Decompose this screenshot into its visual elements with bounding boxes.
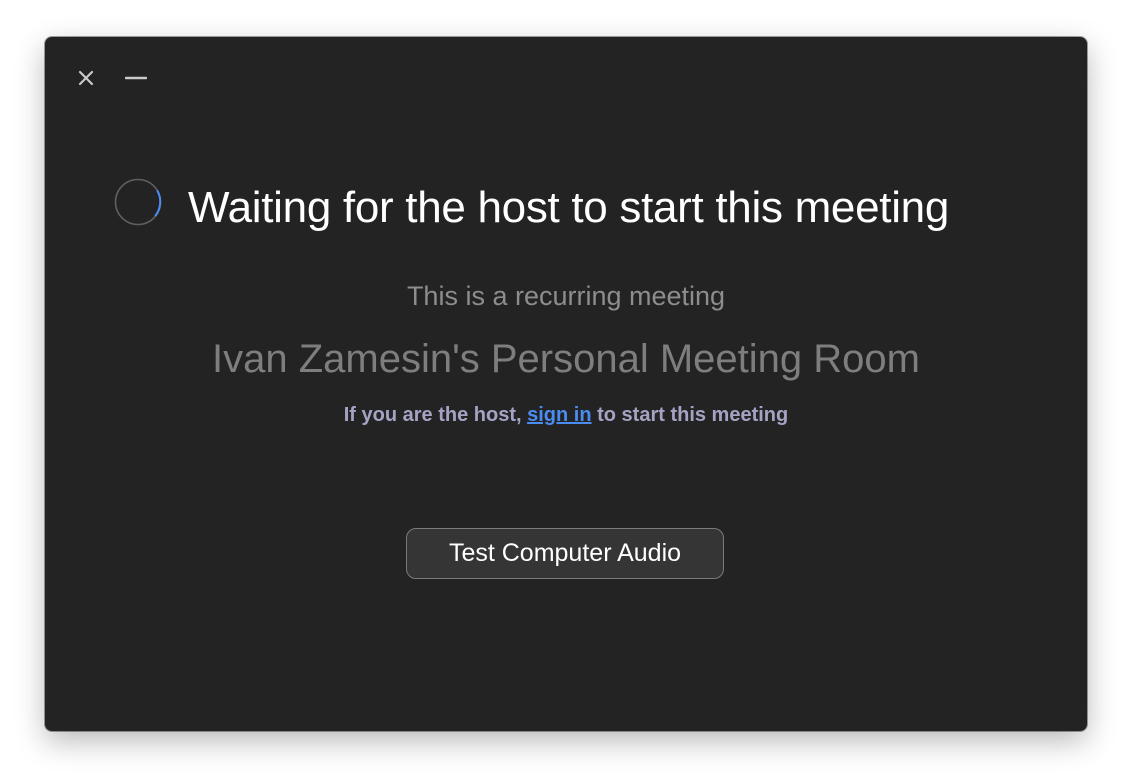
minimize-button[interactable] — [121, 63, 151, 93]
waiting-room-window: Waiting for the host to start this meeti… — [45, 37, 1087, 731]
close-icon — [78, 70, 94, 86]
meeting-room-name: Ivan Zamesin's Personal Meeting Room — [212, 337, 920, 381]
host-suffix-text: to start this meeting — [591, 404, 789, 426]
host-prefix-text: If you are the host, — [343, 404, 528, 426]
sign-in-link[interactable]: sign in — [527, 404, 591, 426]
test-computer-audio-button[interactable]: Test Computer Audio — [406, 528, 724, 579]
recurring-meeting-text: This is a recurring meeting — [406, 281, 726, 311]
close-button[interactable] — [71, 63, 101, 93]
host-sign-in-message: If you are the host, sign in to start th… — [45, 401, 1087, 429]
page-title: Waiting for the host to start this meeti… — [188, 183, 950, 232]
minimize-icon — [125, 76, 147, 80]
loading-spinner-icon — [114, 178, 162, 226]
